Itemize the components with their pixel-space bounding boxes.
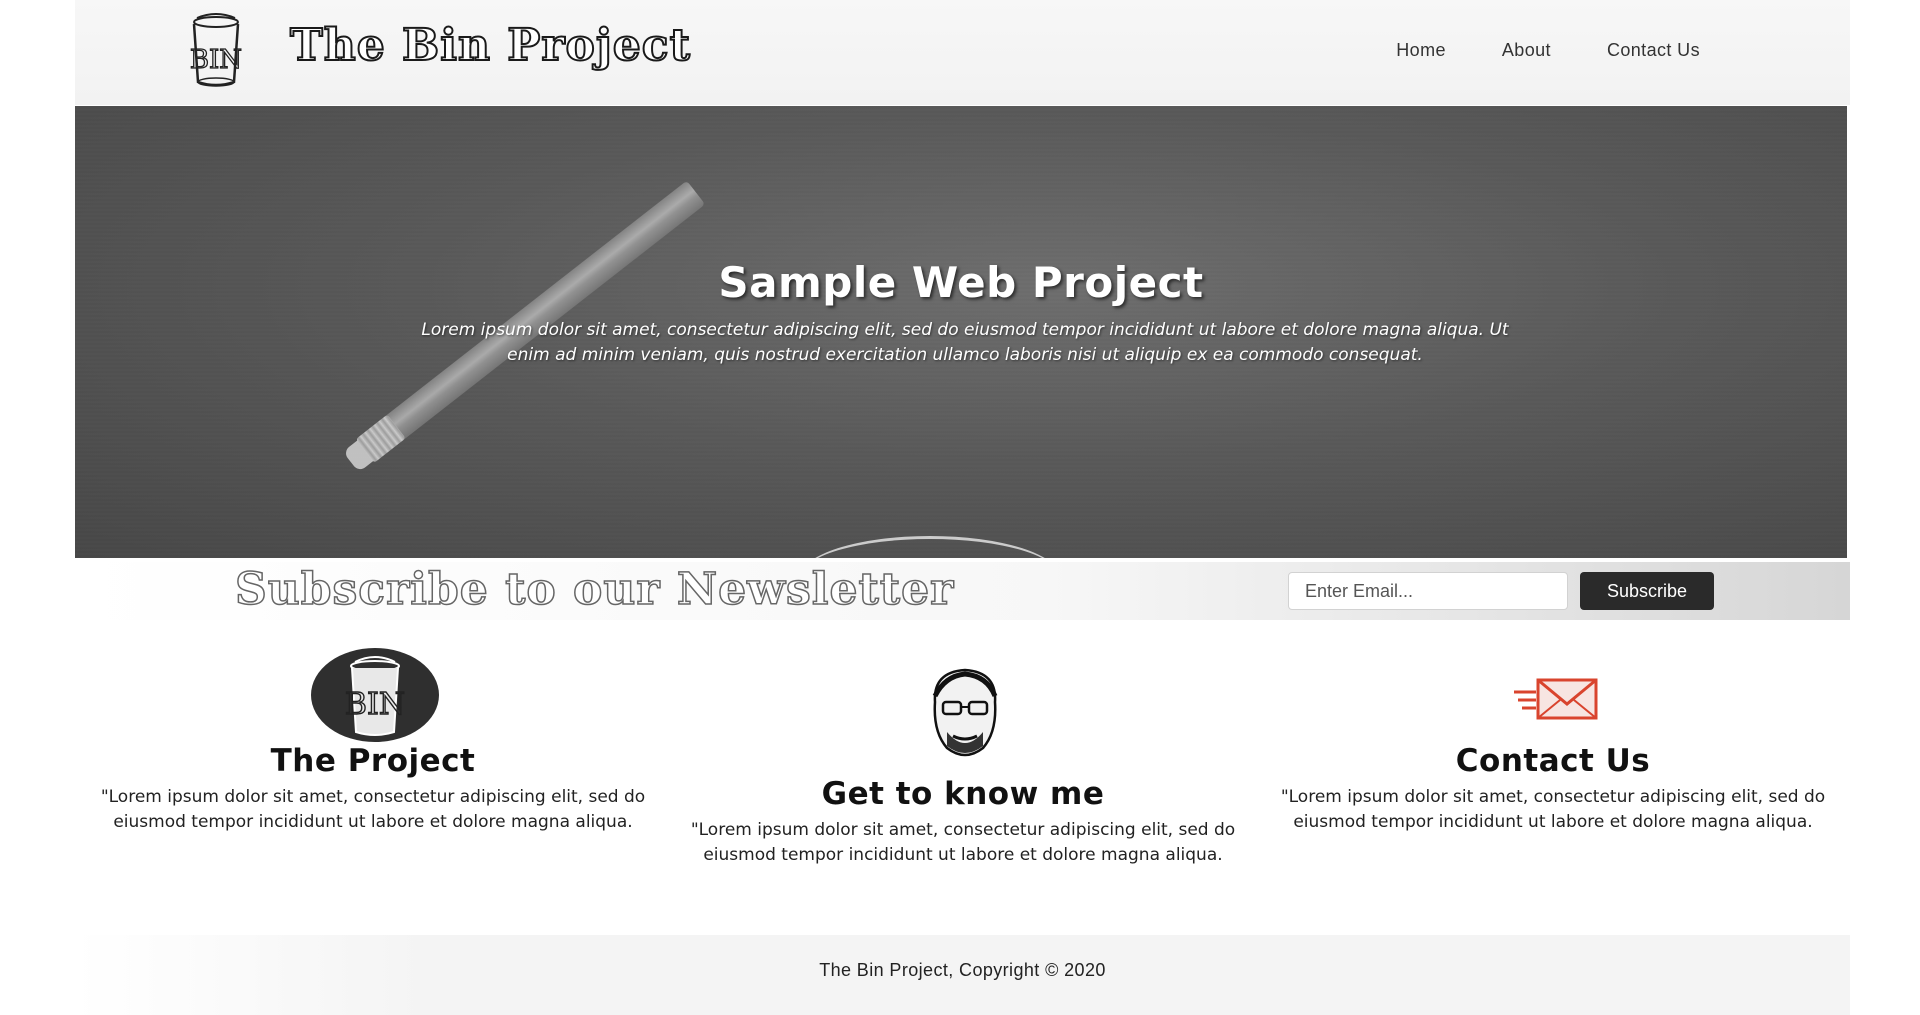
feature-contact: Contact Us "Lorem ipsum dolor sit amet, … <box>1258 743 1848 835</box>
newsletter-bar: Subscribe to our Newsletter Subscribe <box>75 562 1850 620</box>
hero-banner: Sample Web Project Lorem ipsum dolor sit… <box>75 106 1847 558</box>
nav-contact-link[interactable]: Contact Us <box>1607 40 1700 61</box>
feature-about: Get to know me "Lorem ipsum dolor sit am… <box>668 776 1258 868</box>
hero-title: Sample Web Project <box>718 258 1204 307</box>
feature-text: "Lorem ipsum dolor sit amet, consectetur… <box>690 820 1236 865</box>
svg-text:BIN: BIN <box>345 687 405 722</box>
page: BIN The Bin Project Home About Contact U… <box>0 0 1920 1015</box>
main-nav: Home About Contact Us <box>1396 40 1700 61</box>
bin-logo-icon[interactable]: BIN <box>185 12 247 88</box>
footer-copyright: The Bin Project, Copyright © 2020 <box>819 960 1106 980</box>
svg-text:BIN: BIN <box>190 45 242 75</box>
subscribe-button[interactable]: Subscribe <box>1580 572 1714 610</box>
feature-title: Get to know me <box>821 776 1105 812</box>
email-input[interactable] <box>1288 572 1568 610</box>
feature-text: "Lorem ipsum dolor sit amet, consectetur… <box>1280 787 1826 832</box>
bin-logo-icon: BIN <box>311 648 439 742</box>
nav-home-link[interactable]: Home <box>1396 40 1446 61</box>
site-footer: The Bin Project, Copyright © 2020 <box>75 935 1850 1015</box>
feature-text: "Lorem ipsum dolor sit amet, consectetur… <box>100 787 646 832</box>
feature-title: The Project <box>270 743 476 779</box>
hero-text: Lorem ipsum dolor sit amet, consectetur … <box>421 320 1509 365</box>
feature-project: The Project "Lorem ipsum dolor sit amet,… <box>78 743 668 835</box>
newsletter-title: Subscribe to our Newsletter <box>234 563 955 616</box>
site-header: BIN The Bin Project Home About Contact U… <box>75 0 1850 105</box>
portrait-icon <box>905 662 1025 762</box>
site-title[interactable]: The Bin Project <box>289 19 691 72</box>
mail-icon <box>1512 674 1602 722</box>
feature-title: Contact Us <box>1455 743 1651 779</box>
nav-about-link[interactable]: About <box>1502 40 1551 61</box>
